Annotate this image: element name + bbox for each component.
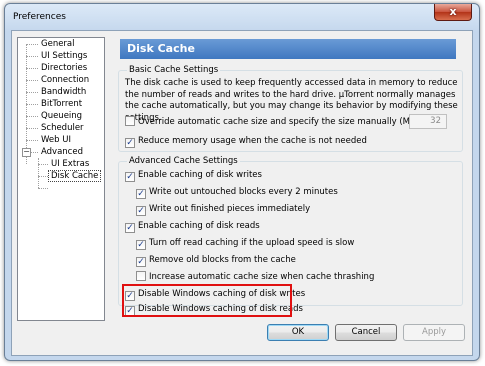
sidebar-item-disk-cache[interactable]: Disk Cache (47, 170, 102, 182)
write-untouched-label: Write out untouched blocks every 2 minut… (149, 187, 338, 197)
highlight-box (122, 284, 292, 317)
turn-off-read-cache-checkbox[interactable]: ✓ (136, 240, 146, 250)
sidebar-item-queueing[interactable]: Queueing (39, 110, 84, 122)
remove-old-blocks-option[interactable]: ✓ Remove old blocks from the cache (136, 254, 296, 267)
category-tree[interactable]: General UI Settings Directories Connecti… (17, 37, 105, 321)
increase-cache-size-checkbox[interactable] (136, 271, 146, 281)
reduce-memory-checkbox[interactable]: ✓ (125, 138, 135, 148)
preferences-window: Preferences x General UI Settings Direct… (4, 3, 480, 361)
advanced-cache-group-title: Advanced Cache Settings (127, 156, 240, 166)
increase-cache-size-option[interactable]: Increase automatic cache size when cache… (136, 271, 374, 283)
enable-write-cache-checkbox[interactable]: ✓ (125, 172, 135, 182)
enable-write-cache-label: Enable caching of disk writes (138, 170, 262, 180)
sidebar-item-ui-settings[interactable]: UI Settings (39, 50, 89, 62)
sidebar-item-bandwidth[interactable]: Bandwidth (39, 86, 88, 98)
enable-read-cache-checkbox[interactable]: ✓ (125, 223, 135, 233)
enable-write-cache-option[interactable]: ✓ Enable caching of disk writes (125, 169, 262, 182)
override-cache-checkbox[interactable] (125, 116, 135, 126)
increase-cache-size-label: Increase automatic cache size when cache… (149, 272, 375, 282)
remove-old-blocks-checkbox[interactable]: ✓ (136, 257, 146, 267)
cache-size-input[interactable]: 32 (409, 114, 447, 129)
override-cache-option[interactable]: Override automatic cache size and specif… (125, 116, 422, 128)
turn-off-read-cache-option[interactable]: ✓ Turn off read caching if the upload spe… (136, 237, 355, 250)
page-title: Disk Cache (120, 39, 456, 59)
override-cache-label: Override automatic cache size and specif… (138, 117, 423, 127)
sidebar-item-ui-extras[interactable]: UI Extras (49, 158, 91, 170)
turn-off-read-cache-label: Turn off read caching if the upload spee… (149, 238, 355, 248)
basic-cache-group-title: Basic Cache Settings (127, 65, 221, 75)
reduce-memory-label: Reduce memory usage when the cache is no… (138, 136, 367, 146)
write-untouched-checkbox[interactable]: ✓ (136, 189, 146, 199)
cancel-button[interactable]: Cancel (335, 324, 397, 341)
sidebar-item-connection[interactable]: Connection (39, 74, 91, 86)
window-title: Preferences (13, 12, 66, 22)
sidebar-item-advanced[interactable]: Advanced (39, 146, 85, 158)
write-untouched-option[interactable]: ✓ Write out untouched blocks every 2 minu… (136, 186, 338, 199)
reduce-memory-option[interactable]: ✓ Reduce memory usage when the cache is n… (125, 135, 367, 148)
close-icon[interactable]: x (434, 4, 472, 21)
sidebar-item-scheduler[interactable]: Scheduler (39, 122, 86, 134)
collapse-icon[interactable]: − (22, 148, 31, 157)
write-finished-option[interactable]: ✓ Write out finished pieces immediately (136, 203, 311, 216)
enable-read-cache-label: Enable caching of disk reads (138, 221, 260, 231)
sidebar-item-bittorrent[interactable]: BitTorrent (39, 98, 84, 110)
enable-read-cache-option[interactable]: ✓ Enable caching of disk reads (125, 220, 260, 233)
apply-button[interactable]: Apply (403, 324, 465, 341)
sidebar-item-directories[interactable]: Directories (39, 62, 89, 74)
remove-old-blocks-label: Remove old blocks from the cache (149, 255, 296, 265)
write-finished-checkbox[interactable]: ✓ (136, 206, 146, 216)
sidebar-item-web-ui[interactable]: Web UI (39, 134, 73, 146)
sidebar-item-general[interactable]: General (39, 38, 77, 50)
write-finished-label: Write out finished pieces immediately (149, 204, 311, 214)
ok-button[interactable]: OK (267, 324, 329, 341)
